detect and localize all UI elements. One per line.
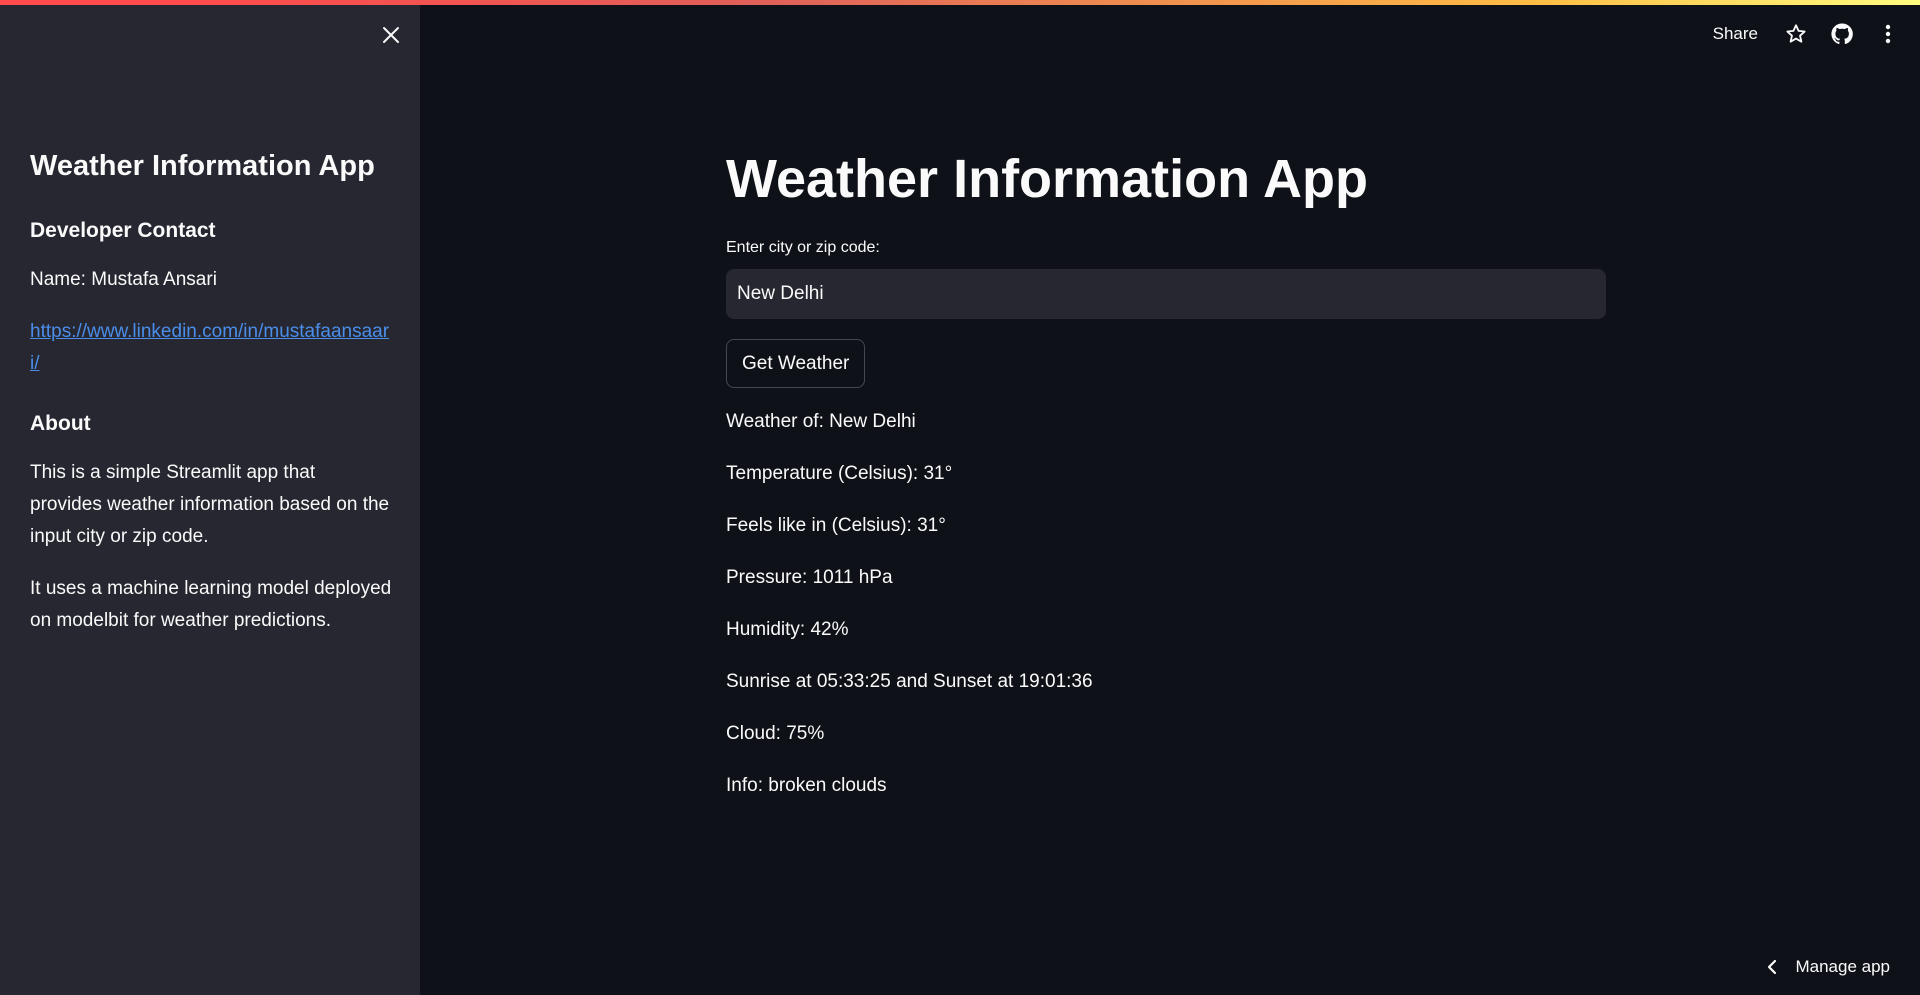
about-heading: About xyxy=(30,412,91,435)
about-paragraph-1: This is a simple Streamlit app that prov… xyxy=(30,462,390,547)
more-menu-button[interactable] xyxy=(1874,20,1902,48)
github-icon xyxy=(1831,23,1853,45)
star-icon xyxy=(1786,24,1806,43)
chevron-left-icon xyxy=(1767,959,1777,975)
result-pressure: Pressure: 1011 hPa xyxy=(726,567,893,588)
result-temperature: Temperature (Celsius): 31° xyxy=(726,463,953,484)
result-cloud: Cloud: 75% xyxy=(726,723,825,744)
city-input-label: Enter city or zip code: xyxy=(726,239,880,256)
get-weather-button[interactable]: Get Weather xyxy=(726,339,866,388)
result-sunrise-sunset: Sunrise at 05:33:25 and Sunset at 19:01:… xyxy=(726,671,1093,692)
developer-name: Name: Mustafa Ansari xyxy=(30,269,217,290)
result-humidity: Humidity: 42% xyxy=(726,619,849,640)
star-button[interactable] xyxy=(1782,20,1810,48)
result-weather-of: Weather of: New Delhi xyxy=(726,411,916,432)
share-button[interactable]: Share xyxy=(1713,24,1758,44)
manage-app-label: Manage app xyxy=(1795,957,1890,976)
manage-app-button[interactable]: Manage app xyxy=(1767,957,1890,977)
result-feels-like: Feels like in (Celsius): 31° xyxy=(726,515,946,536)
more-vertical-icon xyxy=(1885,24,1891,44)
result-info: Info: broken clouds xyxy=(726,775,887,796)
page-title: Weather Information App xyxy=(726,149,1369,209)
close-icon xyxy=(383,27,399,43)
contact-heading: Developer Contact xyxy=(30,219,216,242)
sidebar-title: Weather Information App xyxy=(30,150,375,182)
github-button[interactable] xyxy=(1828,20,1856,48)
top-decoration-bar xyxy=(0,0,1920,5)
city-input[interactable] xyxy=(726,269,1606,319)
about-paragraph-2: It uses a machine learning model deploye… xyxy=(30,578,392,631)
header-toolbar: Share xyxy=(1713,18,1920,50)
close-sidebar-button[interactable] xyxy=(378,22,404,48)
sidebar: Weather Information App Developer Contac… xyxy=(0,0,420,995)
main-area: Share Weather Information App Enter city… xyxy=(420,0,1920,995)
linkedin-link[interactable]: https://www.linkedin.com/in/mustafaansaa… xyxy=(30,316,392,380)
